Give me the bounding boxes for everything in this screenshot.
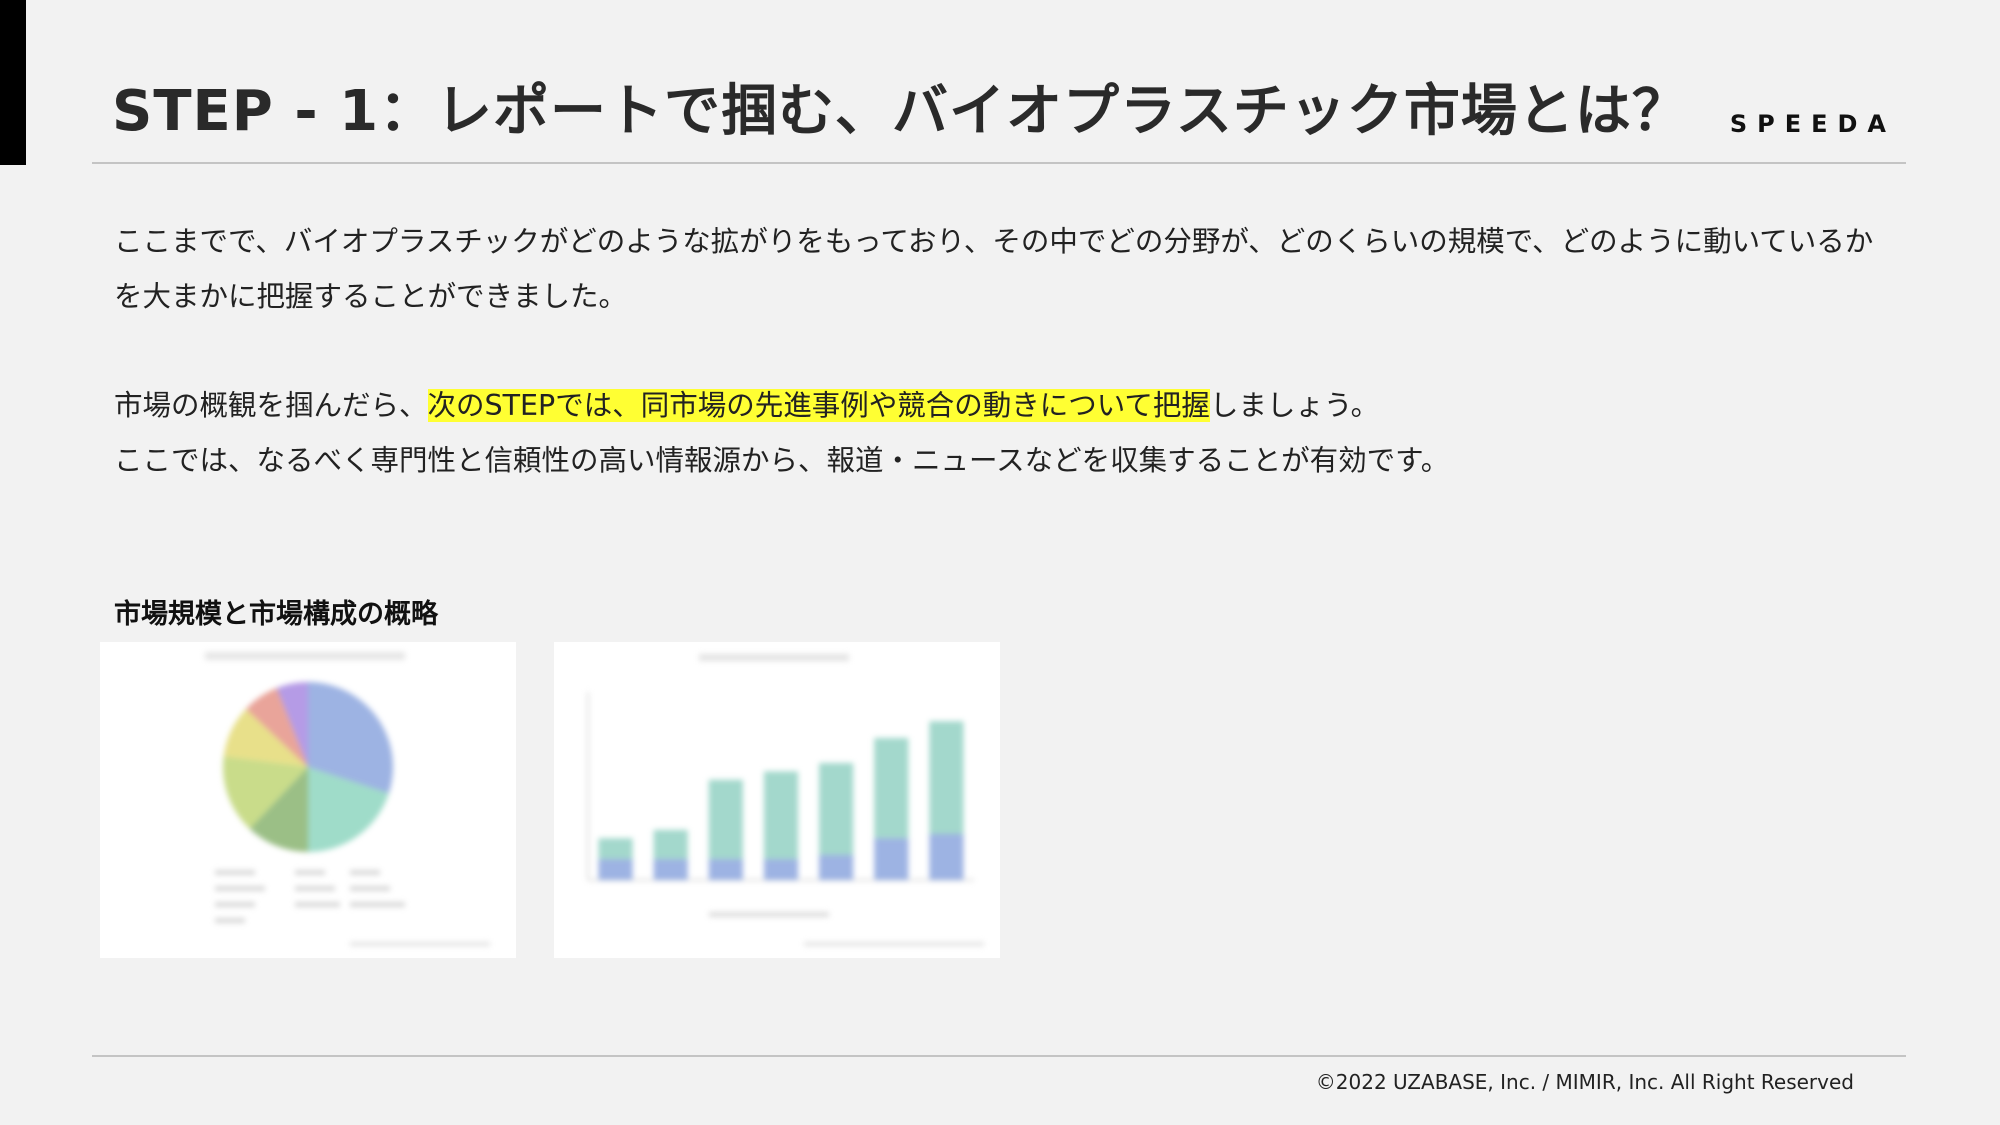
highlighted-text: 次のSTEPでは、同市場の先進事例や競合の動きについて把握 [427,389,1210,422]
bar-source-note [804,942,984,946]
pie-chart-title-bar [205,652,405,660]
bar-legend [709,912,829,917]
next-step-paragraph: 市場の概観を掴んだら、次のSTEPでは、同市場の先進事例や競合の動きについて把握… [114,378,1874,488]
bar-segment [874,737,909,839]
accent-bar [0,0,26,165]
pie-chart [205,652,490,946]
next-step-tail: しましょう。 [1209,389,1380,422]
bar-segment [653,829,688,860]
page-title: STEP - 1：レポートで掴む、バイオプラスチック市場とは？ [112,79,1689,144]
bar-segment [653,859,688,880]
copyright-text: ©2022 UZABASE, Inc. / MIMIR, Inc. All Ri… [1315,1070,1854,1094]
bar-segment [819,763,854,855]
bar-segment [763,771,799,860]
source-advice: ここでは、なるべく専門性と信頼性の高い情報源から、報道・ニュースなどを収集するこ… [114,444,1450,477]
section-heading: 市場規模と市場構成の概略 [114,599,438,630]
brand-logo: SPEEDA [1729,110,1896,138]
bar-segment [929,721,964,835]
footer-divider [92,1055,1906,1057]
bar-chart-thumbnail [554,642,1000,958]
next-step-lead: 市場の概観を掴んだら、 [114,389,428,422]
bar-segment [598,838,633,860]
pie-chart-thumbnail [100,642,516,958]
bar-segment [598,859,633,880]
intro-paragraph: ここまでで、バイオプラスチックがどのような拡がりをもっており、その中でどの分野が… [114,225,1874,313]
bar-chart [587,654,984,946]
bar-chart-title-bar [699,654,849,661]
bar-segment [763,859,799,880]
bar-segment [874,838,909,880]
bar-segment [708,779,743,860]
bar-segment [929,834,964,880]
header-divider [92,162,1906,164]
pie-legend [215,870,490,946]
bar-segment [819,854,854,880]
bar-segment [708,859,743,880]
